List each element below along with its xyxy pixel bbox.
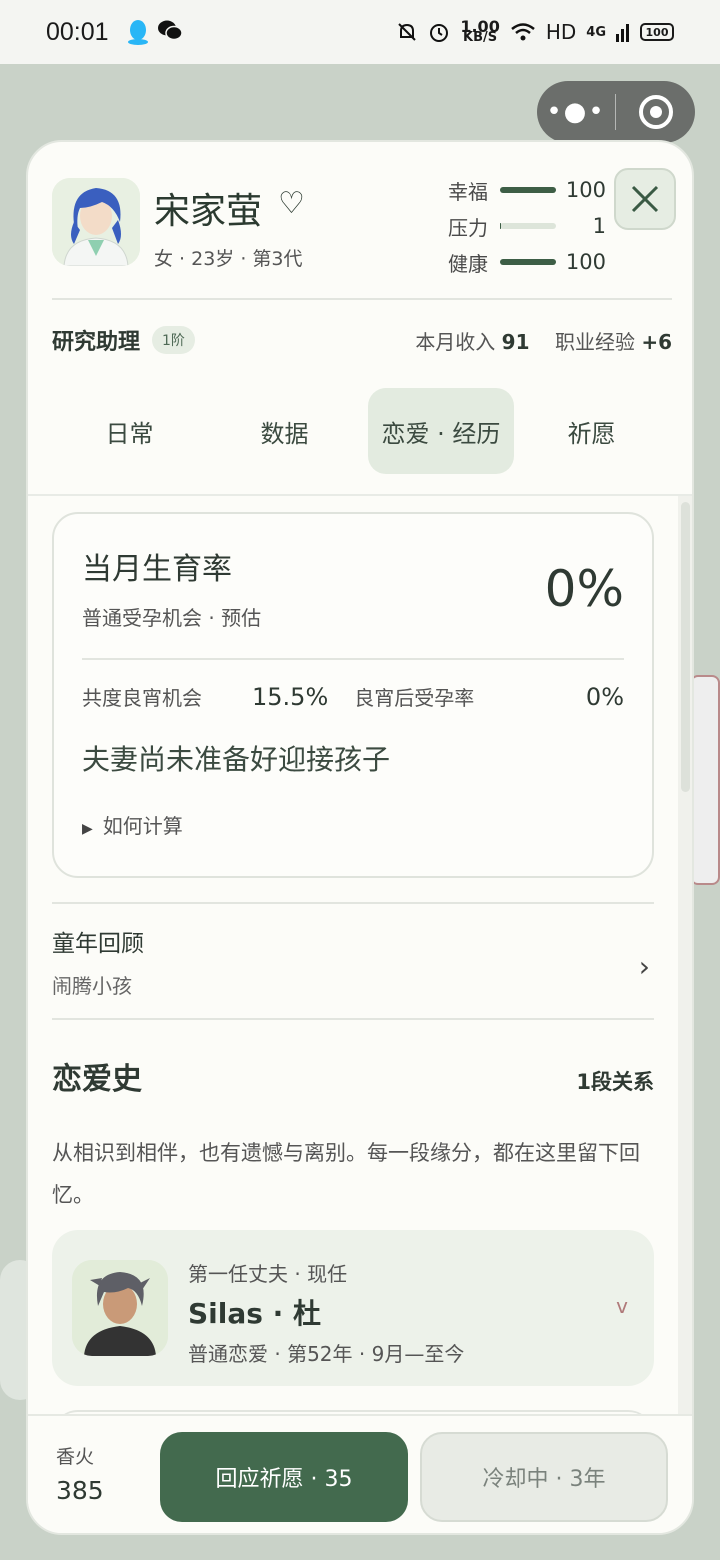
header-divider	[52, 298, 672, 300]
job-income-exp: 本月收入 91 职业经验 +6	[415, 326, 672, 355]
status-right: 1.00 KB/S HD 4G 100	[396, 17, 674, 45]
stat-label: 幸福	[448, 179, 488, 204]
stat-label: 压力	[448, 215, 488, 240]
partner-role: 第一任丈夫 · 现任	[188, 1262, 348, 1286]
stat-happiness: 幸福 100	[448, 172, 606, 208]
love-history-title: 恋爱史	[52, 1062, 142, 1097]
job-rank-badge: 1阶	[152, 326, 195, 354]
profile-header: 宋家萤 ♡ 女 · 23岁 · 第3代 幸福 100 压力 1 健康 100	[28, 142, 692, 302]
status-time: 00:01	[46, 17, 109, 46]
respond-wish-button[interactable]: 回应祈愿 · 35	[160, 1432, 408, 1522]
tabs-divider	[28, 494, 692, 496]
scrollbar-thumb[interactable]	[681, 502, 690, 792]
close-button[interactable]	[614, 168, 676, 230]
childhood-review-row[interactable]: 童年回顾 闹腾小孩 ›	[52, 924, 654, 1014]
section-divider	[52, 902, 654, 904]
triangle-right-icon: ▶	[82, 821, 93, 837]
chevron-right-icon: ›	[638, 950, 650, 983]
net-speed: 1.00 KB/S	[460, 17, 500, 45]
chance-label: 共度良宵机会	[82, 686, 202, 710]
how-calculate-label: 如何计算	[102, 814, 183, 838]
stat-bar	[500, 259, 556, 265]
section-divider	[52, 1018, 654, 1020]
tab-data[interactable]: 数据	[207, 388, 362, 474]
partner-avatar	[72, 1260, 168, 1356]
incense-value: 385	[56, 1476, 104, 1505]
stat-bar-fill	[500, 187, 556, 193]
background-card	[690, 675, 720, 885]
stat-label: 健康	[448, 251, 488, 276]
after-label: 良宵后受孕率	[354, 686, 475, 710]
fertility-detail-row: 共度良宵机会 15.5% 良宵后受孕率 0%	[82, 682, 624, 711]
job-title: 研究助理	[52, 330, 141, 355]
signal-bars-icon	[616, 24, 629, 42]
fertility-title: 当月生育率	[82, 552, 232, 587]
after-value: 0%	[585, 682, 624, 711]
character-card: 宋家萤 ♡ 女 · 23岁 · 第3代 幸福 100 压力 1 健康 100 研…	[26, 140, 694, 1535]
stats-panel: 幸福 100 压力 1 健康 100	[448, 172, 606, 280]
exp-label: 职业经验	[554, 329, 635, 354]
cooldown-button[interactable]: 冷却中 · 3年	[420, 1432, 668, 1522]
partner-name: Silas · 杜	[188, 1297, 322, 1330]
stat-bar-fill	[500, 223, 501, 229]
alarm-icon	[430, 24, 449, 42]
stat-bar-fill	[500, 259, 556, 265]
chance-value: 15.5%	[252, 682, 329, 711]
childhood-title: 童年回顾	[52, 931, 144, 957]
love-history-header: 恋爱史 1段关系	[52, 1054, 654, 1098]
income-label: 本月收入	[415, 329, 496, 354]
stat-stress: 压力 1	[448, 208, 606, 244]
close-icon	[631, 185, 659, 213]
income-value: 91	[501, 329, 530, 354]
action-footer: 香火 385 回应祈愿 · 35 冷却中 · 3年	[28, 1414, 692, 1533]
exp-value: +6	[641, 329, 672, 354]
stat-value: 100	[565, 178, 606, 202]
notification-icons	[127, 19, 183, 45]
miniprogram-capsule: •●•	[537, 81, 695, 143]
signal-label: 4G	[586, 24, 606, 40]
stat-bar	[500, 187, 556, 193]
partner-card[interactable]: 第一任丈夫 · 现任 Silas · 杜 普通恋爱 · 第52年 · 9月—至今…	[52, 1230, 654, 1386]
mute-bell-icon	[398, 23, 417, 41]
tab-bar: 日常 数据 恋爱 · 经历 祈愿	[52, 386, 672, 476]
childhood-subtitle: 闹腾小孩	[52, 974, 132, 998]
expand-chevron-icon[interactable]: v	[616, 1294, 628, 1318]
wechat-icon	[157, 20, 183, 41]
stat-value: 1	[592, 214, 606, 238]
fertility-subtitle: 普通受孕机会 · 预估	[82, 606, 262, 630]
character-name: 宋家萤	[154, 191, 263, 232]
tab-wish[interactable]: 祈愿	[514, 388, 669, 474]
character-subinfo: 女 · 23岁 · 第3代	[154, 248, 303, 270]
tab-daily[interactable]: 日常	[52, 388, 207, 474]
wifi-icon	[511, 23, 535, 41]
fertility-box: 当月生育率 普通受孕机会 · 预估 0% 共度良宵机会 15.5% 良宵后受孕率…	[52, 512, 654, 878]
battery-icon: 100	[640, 23, 674, 41]
incense-label: 香火	[56, 1446, 95, 1468]
relationship-count: 1段关系	[576, 1070, 654, 1094]
hd-label: HD	[545, 20, 577, 44]
stat-health: 健康 100	[448, 244, 606, 280]
exit-button[interactable]	[616, 95, 695, 129]
how-calculate-toggle[interactable]: ▶ 如何计算	[82, 810, 183, 839]
love-history-description: 从相识到相伴，也有遗憾与离别。每一段缘分，都在这里留下回忆。	[52, 1141, 640, 1207]
target-icon	[638, 95, 673, 129]
partner-info: 普通恋爱 · 第52年 · 9月—至今	[188, 1342, 465, 1366]
fertility-value: 0%	[544, 560, 624, 618]
stat-value: 100	[565, 250, 606, 274]
favorite-heart-icon[interactable]: ♡	[278, 186, 305, 221]
job-row: 研究助理 1阶 本月收入 91 职业经验 +6	[52, 320, 672, 360]
more-icon[interactable]: •●•	[537, 97, 615, 127]
qq-icon	[127, 20, 148, 45]
fertility-divider	[82, 658, 624, 660]
status-bar: 00:01 1.00 KB/S HD 4G 100	[0, 0, 720, 64]
stat-bar	[500, 223, 556, 229]
tab-love-history[interactable]: 恋爱 · 经历	[368, 388, 514, 474]
fertility-note: 夫妻尚未准备好迎接孩子	[82, 743, 391, 776]
character-avatar	[52, 178, 140, 266]
